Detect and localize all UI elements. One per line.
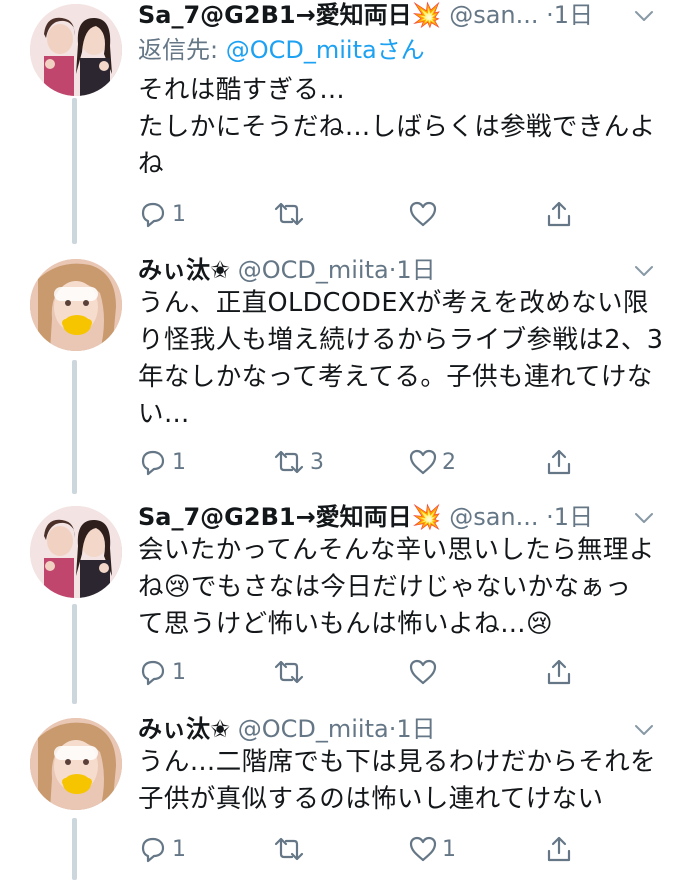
tweet-actions: 1 xyxy=(138,655,588,689)
retweet-icon xyxy=(274,202,304,226)
tweet[interactable]: Sa_7@G2B1→愛知両日💥 @san... ·1日 返信先: @OCD_mi… xyxy=(0,0,680,250)
display-name[interactable]: Sa_7@G2B1→愛知両日💥 xyxy=(138,1,442,29)
separator-dot: · xyxy=(546,503,554,531)
tweet[interactable]: みぃ汰✬ @OCD_miita·1日 うん、正直OLDCODEXが考えを改めない… xyxy=(0,255,680,495)
chevron-down-icon[interactable] xyxy=(632,506,656,530)
like-button[interactable] xyxy=(408,197,442,231)
chevron-down-icon[interactable] xyxy=(632,259,656,283)
tweet-text-line: ね😢でもさなは今日だけじゃないかなぁっ xyxy=(138,572,632,602)
tweet-header: Sa_7@G2B1→愛知両日💥 @san... ·1日 xyxy=(138,0,660,30)
like-button[interactable]: 1 xyxy=(408,832,456,866)
avatar[interactable] xyxy=(30,4,122,96)
tweet-text: うん、正直OLDCODEXが考えを改めない限 り怪我人も増え続けるからライブ参戦… xyxy=(138,285,664,433)
tweet-actions: 1 1 xyxy=(138,832,588,866)
share-icon xyxy=(547,201,571,227)
like-icon xyxy=(409,449,437,475)
reply-prefix: 返信先: xyxy=(138,36,226,64)
like-button[interactable]: 2 xyxy=(408,445,456,479)
avatar-photo xyxy=(30,4,122,96)
reply-button[interactable]: 1 xyxy=(138,445,186,479)
share-button[interactable] xyxy=(544,197,574,231)
reply-count: 1 xyxy=(172,836,186,862)
display-name[interactable]: Sa_7@G2B1→愛知両日💥 xyxy=(138,503,442,531)
tweet-text-line: い… xyxy=(138,399,190,429)
share-icon xyxy=(547,659,571,685)
share-button[interactable] xyxy=(544,445,574,479)
avatar[interactable] xyxy=(30,718,122,810)
reply-button[interactable]: 1 xyxy=(138,197,186,231)
timestamp[interactable]: 1日 xyxy=(396,256,435,284)
tweet[interactable]: みぃ汰✬ @OCD_miita·1日 うん…二階席でも下は見るわけだからそれを … xyxy=(0,714,680,880)
user-handle[interactable]: @san... xyxy=(449,503,538,531)
reply-icon xyxy=(141,660,165,686)
like-count: 1 xyxy=(442,836,456,862)
reply-context: 返信先: @OCD_miitaさん xyxy=(138,34,425,66)
timestamp[interactable]: 1日 xyxy=(554,503,593,531)
tweet-header: みぃ汰✬ @OCD_miita·1日 xyxy=(138,255,660,285)
tweet-header: みぃ汰✬ @OCD_miita·1日 xyxy=(138,714,660,744)
share-icon xyxy=(547,449,571,475)
reply-to-link[interactable]: @OCD_miitaさん xyxy=(226,36,425,64)
tweet-header: Sa_7@G2B1→愛知両日💥 @san... ·1日 xyxy=(138,502,660,532)
retweet-icon xyxy=(274,450,304,474)
tweet-text-line: それは酷すぎる… xyxy=(138,75,346,105)
tweet-text-line: ね xyxy=(138,149,164,179)
tweet-text-line: 子供が真似するのは怖いし連れてけない xyxy=(138,784,604,814)
chevron-down-icon[interactable] xyxy=(632,718,656,742)
retweet-button[interactable] xyxy=(272,832,310,866)
avatar-photo xyxy=(30,259,122,351)
like-icon xyxy=(409,659,437,685)
like-count: 2 xyxy=(442,449,456,475)
reply-icon xyxy=(141,450,165,476)
tweet-text-line: 年なしかなって考えてる。子供も連れてけな xyxy=(138,362,653,392)
tweet[interactable]: Sa_7@G2B1→愛知両日💥 @san... ·1日 会いたかってんそんな辛い… xyxy=(0,502,680,707)
retweet-button[interactable]: 3 xyxy=(272,445,324,479)
avatar-photo xyxy=(30,718,122,810)
share-button[interactable] xyxy=(544,655,574,689)
reply-icon xyxy=(141,837,165,863)
timestamp[interactable]: 1日 xyxy=(554,1,593,29)
retweet-button[interactable] xyxy=(272,197,310,231)
display-name[interactable]: みぃ汰✬ xyxy=(138,715,230,743)
user-handle[interactable]: @OCD_miita xyxy=(238,256,389,284)
tweet-text-line: り怪我人も増え続けるからライブ参戦は2、3 xyxy=(138,325,664,355)
tweet-text-line: うん…二階席でも下は見るわけだからそれを xyxy=(138,747,657,777)
tweet-text: うん…二階席でも下は見るわけだからそれを 子供が真似するのは怖いし連れてけない xyxy=(138,744,657,818)
chevron-down-icon[interactable] xyxy=(632,4,656,28)
retweet-icon xyxy=(274,837,304,861)
display-name[interactable]: みぃ汰✬ xyxy=(138,256,230,284)
tweet-actions: 1 3 2 xyxy=(138,445,588,479)
avatar[interactable] xyxy=(30,506,122,598)
retweet-count: 3 xyxy=(310,449,324,475)
separator-dot: · xyxy=(546,1,554,29)
avatar[interactable] xyxy=(30,259,122,351)
tweet-text-line: うん、正直OLDCODEXが考えを改めない限 xyxy=(138,288,649,318)
user-handle[interactable]: @OCD_miita xyxy=(238,715,389,743)
reply-count: 1 xyxy=(172,201,186,227)
retweet-icon xyxy=(274,660,304,684)
reply-button[interactable]: 1 xyxy=(138,655,186,689)
reply-icon xyxy=(141,202,165,228)
reply-button[interactable]: 1 xyxy=(138,832,186,866)
avatar-photo xyxy=(30,506,122,598)
tweet-actions: 1 xyxy=(138,197,588,231)
reply-count: 1 xyxy=(172,449,186,475)
share-button[interactable] xyxy=(544,832,574,866)
retweet-button[interactable] xyxy=(272,655,310,689)
tweet-text-line: 会いたかってんそんな辛い思いしたら無理よ xyxy=(138,535,655,565)
like-icon xyxy=(409,201,437,227)
like-button[interactable] xyxy=(408,655,442,689)
tweet-text-line: たしかにそうだね…しばらくは参戦できんよ xyxy=(138,112,656,142)
timestamp[interactable]: 1日 xyxy=(396,715,435,743)
reply-count: 1 xyxy=(172,659,186,685)
tweet-text-line: て思うけど怖いもんは怖いよね…😢 xyxy=(138,609,553,639)
tweet-text: それは酷すぎる… たしかにそうだね…しばらくは参戦できんよ ね xyxy=(138,72,656,183)
tweet-text: 会いたかってんそんな辛い思いしたら無理よ ね😢でもさなは今日だけじゃないかなぁっ… xyxy=(138,532,655,643)
share-icon xyxy=(547,836,571,862)
user-handle[interactable]: @san... xyxy=(449,1,538,29)
like-icon xyxy=(409,836,437,862)
